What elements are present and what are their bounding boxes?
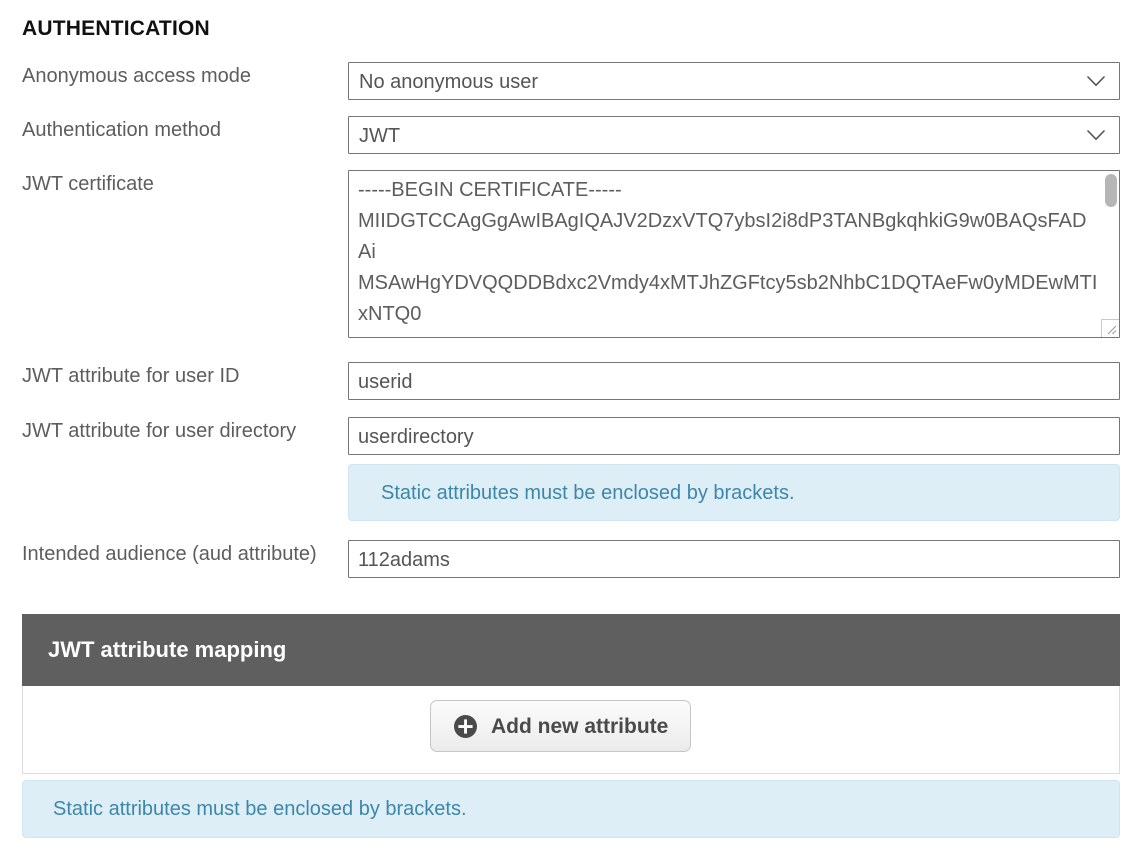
auth-method-label: Authentication method bbox=[22, 119, 222, 141]
chevron-down-icon bbox=[1087, 76, 1105, 87]
jwt-user-directory-control: userdirectory Static attributes must be … bbox=[348, 417, 1120, 521]
page-title: AUTHENTICATION bbox=[22, 17, 210, 40]
jwt-attribute-mapping-card: JWT attribute mapping Add new attribute bbox=[22, 614, 1120, 774]
jwt-user-directory-hint-text: Static attributes must be enclosed by br… bbox=[381, 481, 795, 504]
jwt-certificate-control: -----BEGIN CERTIFICATE----- MIIDGTCCAgGg… bbox=[348, 170, 1120, 338]
intended-audience-input[interactable]: 112adams bbox=[348, 540, 1120, 578]
jwt-user-id-label: JWT attribute for user ID bbox=[22, 365, 240, 387]
chevron-down-icon bbox=[1087, 130, 1105, 141]
anonymous-access-control: No anonymous user bbox=[348, 62, 1120, 100]
textarea-scrollbar[interactable] bbox=[1104, 173, 1117, 337]
auth-method-select[interactable]: JWT bbox=[348, 116, 1120, 154]
auth-method-value: JWT bbox=[359, 125, 401, 147]
textarea-scrollbar-thumb[interactable] bbox=[1105, 174, 1117, 207]
anonymous-access-value: No anonymous user bbox=[359, 71, 538, 93]
textarea-resize-handle[interactable] bbox=[1101, 319, 1119, 337]
jwt-user-directory-hint-panel: Static attributes must be enclosed by br… bbox=[348, 464, 1120, 521]
jwt-certificate-label: JWT certificate bbox=[22, 173, 154, 195]
jwt-user-id-value: userid bbox=[358, 371, 413, 393]
intended-audience-label: Intended audience (aud attribute) bbox=[22, 543, 317, 565]
intended-audience-value: 112adams bbox=[358, 549, 450, 571]
jwt-attribute-mapping-body: Add new attribute bbox=[22, 686, 1120, 774]
intended-audience-control: 112adams bbox=[348, 540, 1120, 578]
jwt-user-id-input[interactable]: userid bbox=[348, 362, 1120, 400]
jwt-certificate-value: -----BEGIN CERTIFICATE----- MIIDGTCCAgGg… bbox=[358, 179, 1098, 325]
add-new-attribute-label: Add new attribute bbox=[491, 714, 669, 738]
plus-circle-icon bbox=[453, 714, 478, 739]
jwt-user-id-control: userid bbox=[348, 362, 1120, 400]
jwt-user-directory-label: JWT attribute for user directory bbox=[22, 420, 297, 442]
jwt-user-directory-value: userdirectory bbox=[358, 426, 474, 448]
add-new-attribute-button[interactable]: Add new attribute bbox=[430, 700, 692, 752]
jwt-attribute-mapping-header: JWT attribute mapping bbox=[22, 614, 1120, 686]
authentication-settings-page: AUTHENTICATION Anonymous access mode No … bbox=[0, 0, 1148, 858]
jwt-user-directory-input[interactable]: userdirectory bbox=[348, 417, 1120, 455]
auth-method-control: JWT bbox=[348, 116, 1120, 154]
anonymous-access-label: Anonymous access mode bbox=[22, 65, 252, 87]
attribute-mapping-hint-panel: Static attributes must be enclosed by br… bbox=[22, 780, 1120, 838]
jwt-attribute-mapping-title: JWT attribute mapping bbox=[48, 637, 287, 662]
jwt-certificate-textarea[interactable]: -----BEGIN CERTIFICATE----- MIIDGTCCAgGg… bbox=[348, 170, 1120, 338]
attribute-mapping-hint-text: Static attributes must be enclosed by br… bbox=[53, 798, 467, 820]
anonymous-access-select[interactable]: No anonymous user bbox=[348, 62, 1120, 100]
